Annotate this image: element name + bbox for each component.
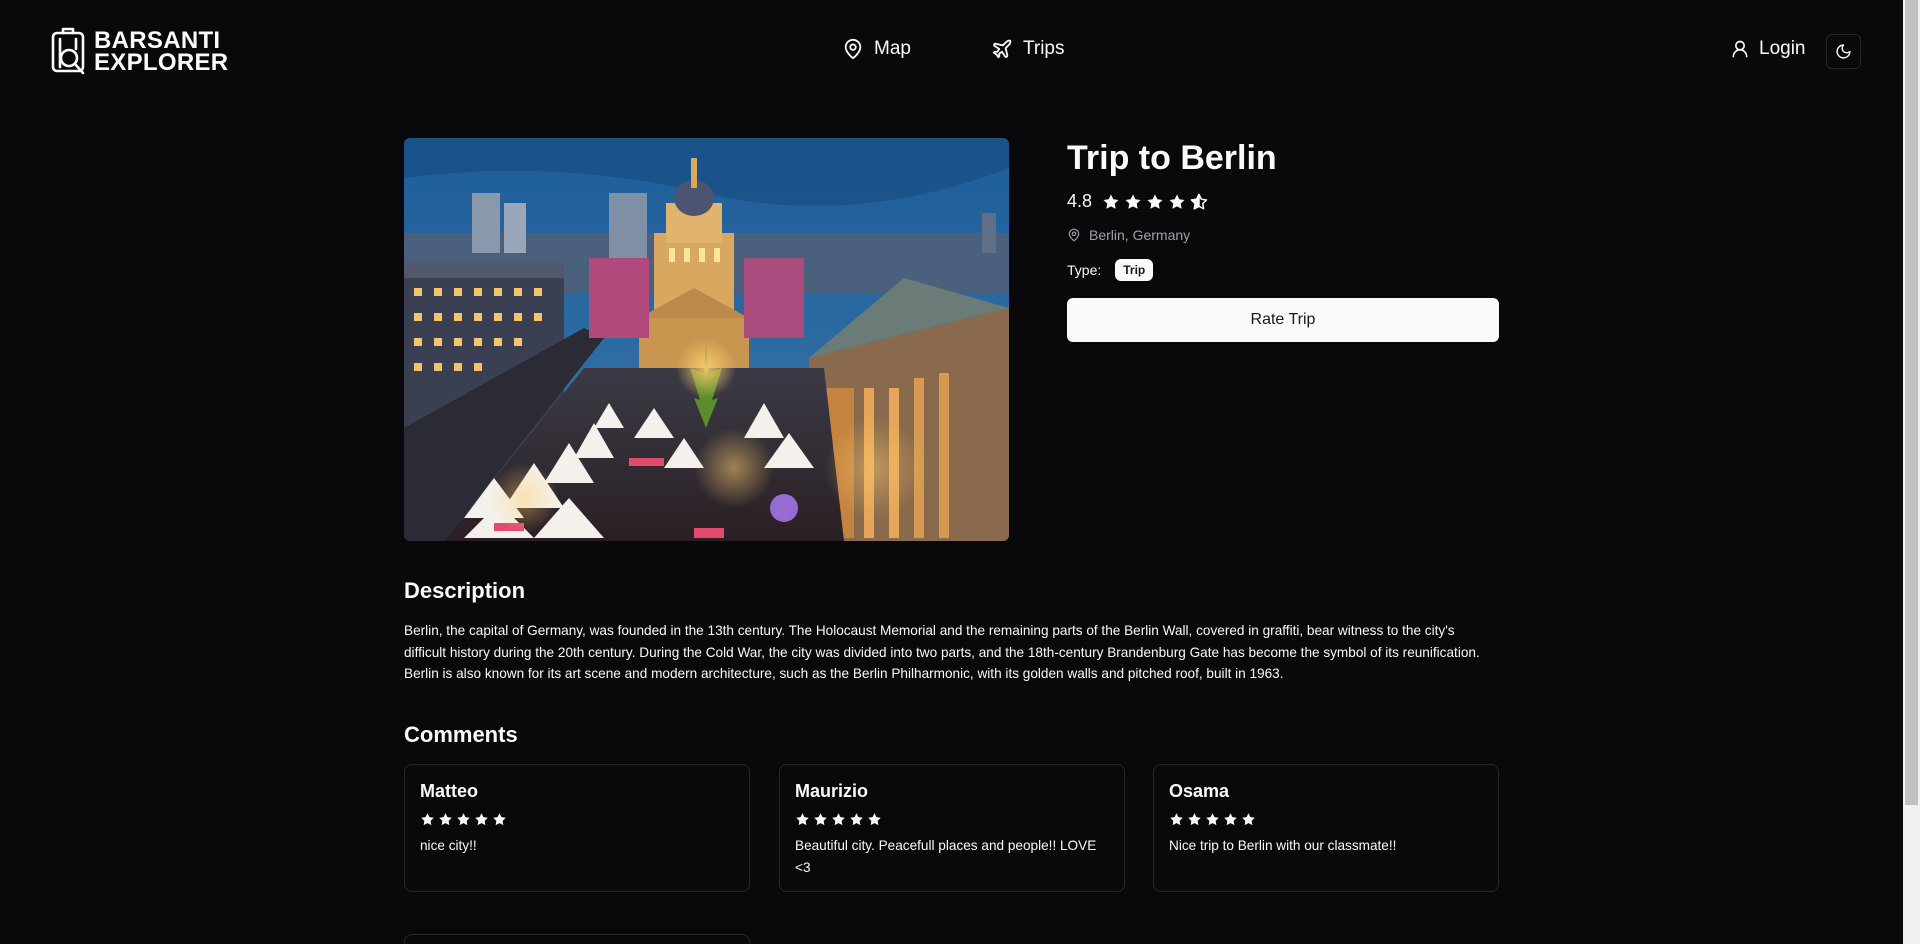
site-header: BARSANTI EXPLORER Map Trips Login <box>0 0 1903 104</box>
comment-card: Matteo nice city!! <box>404 764 750 892</box>
comment-card: Maurizio Beautiful city. Peacefull place… <box>779 764 1125 892</box>
star-icon <box>814 813 827 826</box>
trip-info: Trip to Berlin 4.8 Berlin, Germany Type:… <box>1067 138 1499 342</box>
description-text: Berlin, the capital of Germany, was foun… <box>404 623 1480 681</box>
login-button[interactable]: Login <box>1730 38 1806 60</box>
star-icon <box>1188 813 1201 826</box>
nav-item-map[interactable]: Map <box>842 38 911 60</box>
trip-location: Berlin, Germany <box>1067 227 1499 243</box>
trip-title: Trip to Berlin <box>1067 139 1277 177</box>
star-half-icon <box>1190 193 1208 210</box>
star-icon <box>1170 813 1183 826</box>
star-icon <box>421 813 434 826</box>
theme-toggle-button[interactable] <box>1826 34 1861 69</box>
logo-text: BARSANTI EXPLORER <box>94 29 229 76</box>
trip-image <box>404 138 1009 541</box>
scrollbar[interactable] <box>1903 0 1920 944</box>
star-icon <box>493 813 506 826</box>
nav-label-map: Map <box>874 38 911 59</box>
logo-line-2: EXPLORER <box>94 49 229 76</box>
comment-stars <box>420 812 734 827</box>
comment-stars <box>1169 812 1483 827</box>
berlin-market-illustration <box>404 138 1009 541</box>
location-text: Berlin, Germany <box>1089 227 1191 243</box>
star-icon <box>868 813 881 826</box>
description-heading: Description <box>404 578 526 603</box>
star-icon <box>850 813 863 826</box>
nav-item-trips[interactable]: Trips <box>991 38 1065 60</box>
star-icon <box>1125 194 1141 209</box>
comment-text: nice city!! <box>420 838 477 853</box>
map-pin-icon <box>844 38 862 60</box>
star-icon <box>1242 813 1255 826</box>
type-row: Type: Trip <box>1067 259 1499 281</box>
star-icon <box>439 813 452 826</box>
user-icon <box>1732 40 1748 58</box>
comment-card-partial <box>404 934 750 944</box>
main-nav: Map Trips <box>842 38 1065 60</box>
star-icon <box>796 813 809 826</box>
comments-heading: Comments <box>404 722 518 747</box>
page: BARSANTI EXPLORER Map Trips Login Trip t… <box>0 0 1920 944</box>
suitcase-search-icon <box>51 27 85 75</box>
star-icon <box>457 813 470 826</box>
comment-author: Matteo <box>420 781 478 801</box>
star-icon <box>1169 194 1185 209</box>
rating-row: 4.8 <box>1067 191 1499 212</box>
plane-icon <box>992 39 1012 59</box>
moon-icon <box>1836 44 1851 59</box>
star-icon <box>1147 194 1163 209</box>
comment-card: Osama Nice trip to Berlin with our class… <box>1153 764 1499 892</box>
nav-label-trips: Trips <box>1022 38 1065 59</box>
comment-text: Nice trip to Berlin with our classmate!! <box>1169 838 1397 853</box>
rate-trip-button[interactable]: Rate Trip <box>1067 298 1499 342</box>
comment-author: Osama <box>1169 781 1230 801</box>
type-label: Type: <box>1067 262 1102 278</box>
star-icon <box>475 813 488 826</box>
star-icon <box>832 813 845 826</box>
type-badge: Trip <box>1115 259 1154 281</box>
logo[interactable]: BARSANTI EXPLORER <box>50 27 228 77</box>
rating-value: 4.8 <box>1067 191 1093 211</box>
comment-text: Beautiful city. Peacefull places and peo… <box>795 838 1097 875</box>
map-pin-icon <box>1068 228 1080 242</box>
comment-author: Maurizio <box>795 781 869 801</box>
rating-stars <box>1102 193 1208 211</box>
star-icon <box>1103 194 1119 209</box>
scrollbar-thumb[interactable] <box>1905 0 1918 805</box>
comment-stars <box>795 812 1109 827</box>
star-icon <box>1206 813 1219 826</box>
star-icon <box>1224 813 1237 826</box>
login-label: Login <box>1759 38 1806 59</box>
